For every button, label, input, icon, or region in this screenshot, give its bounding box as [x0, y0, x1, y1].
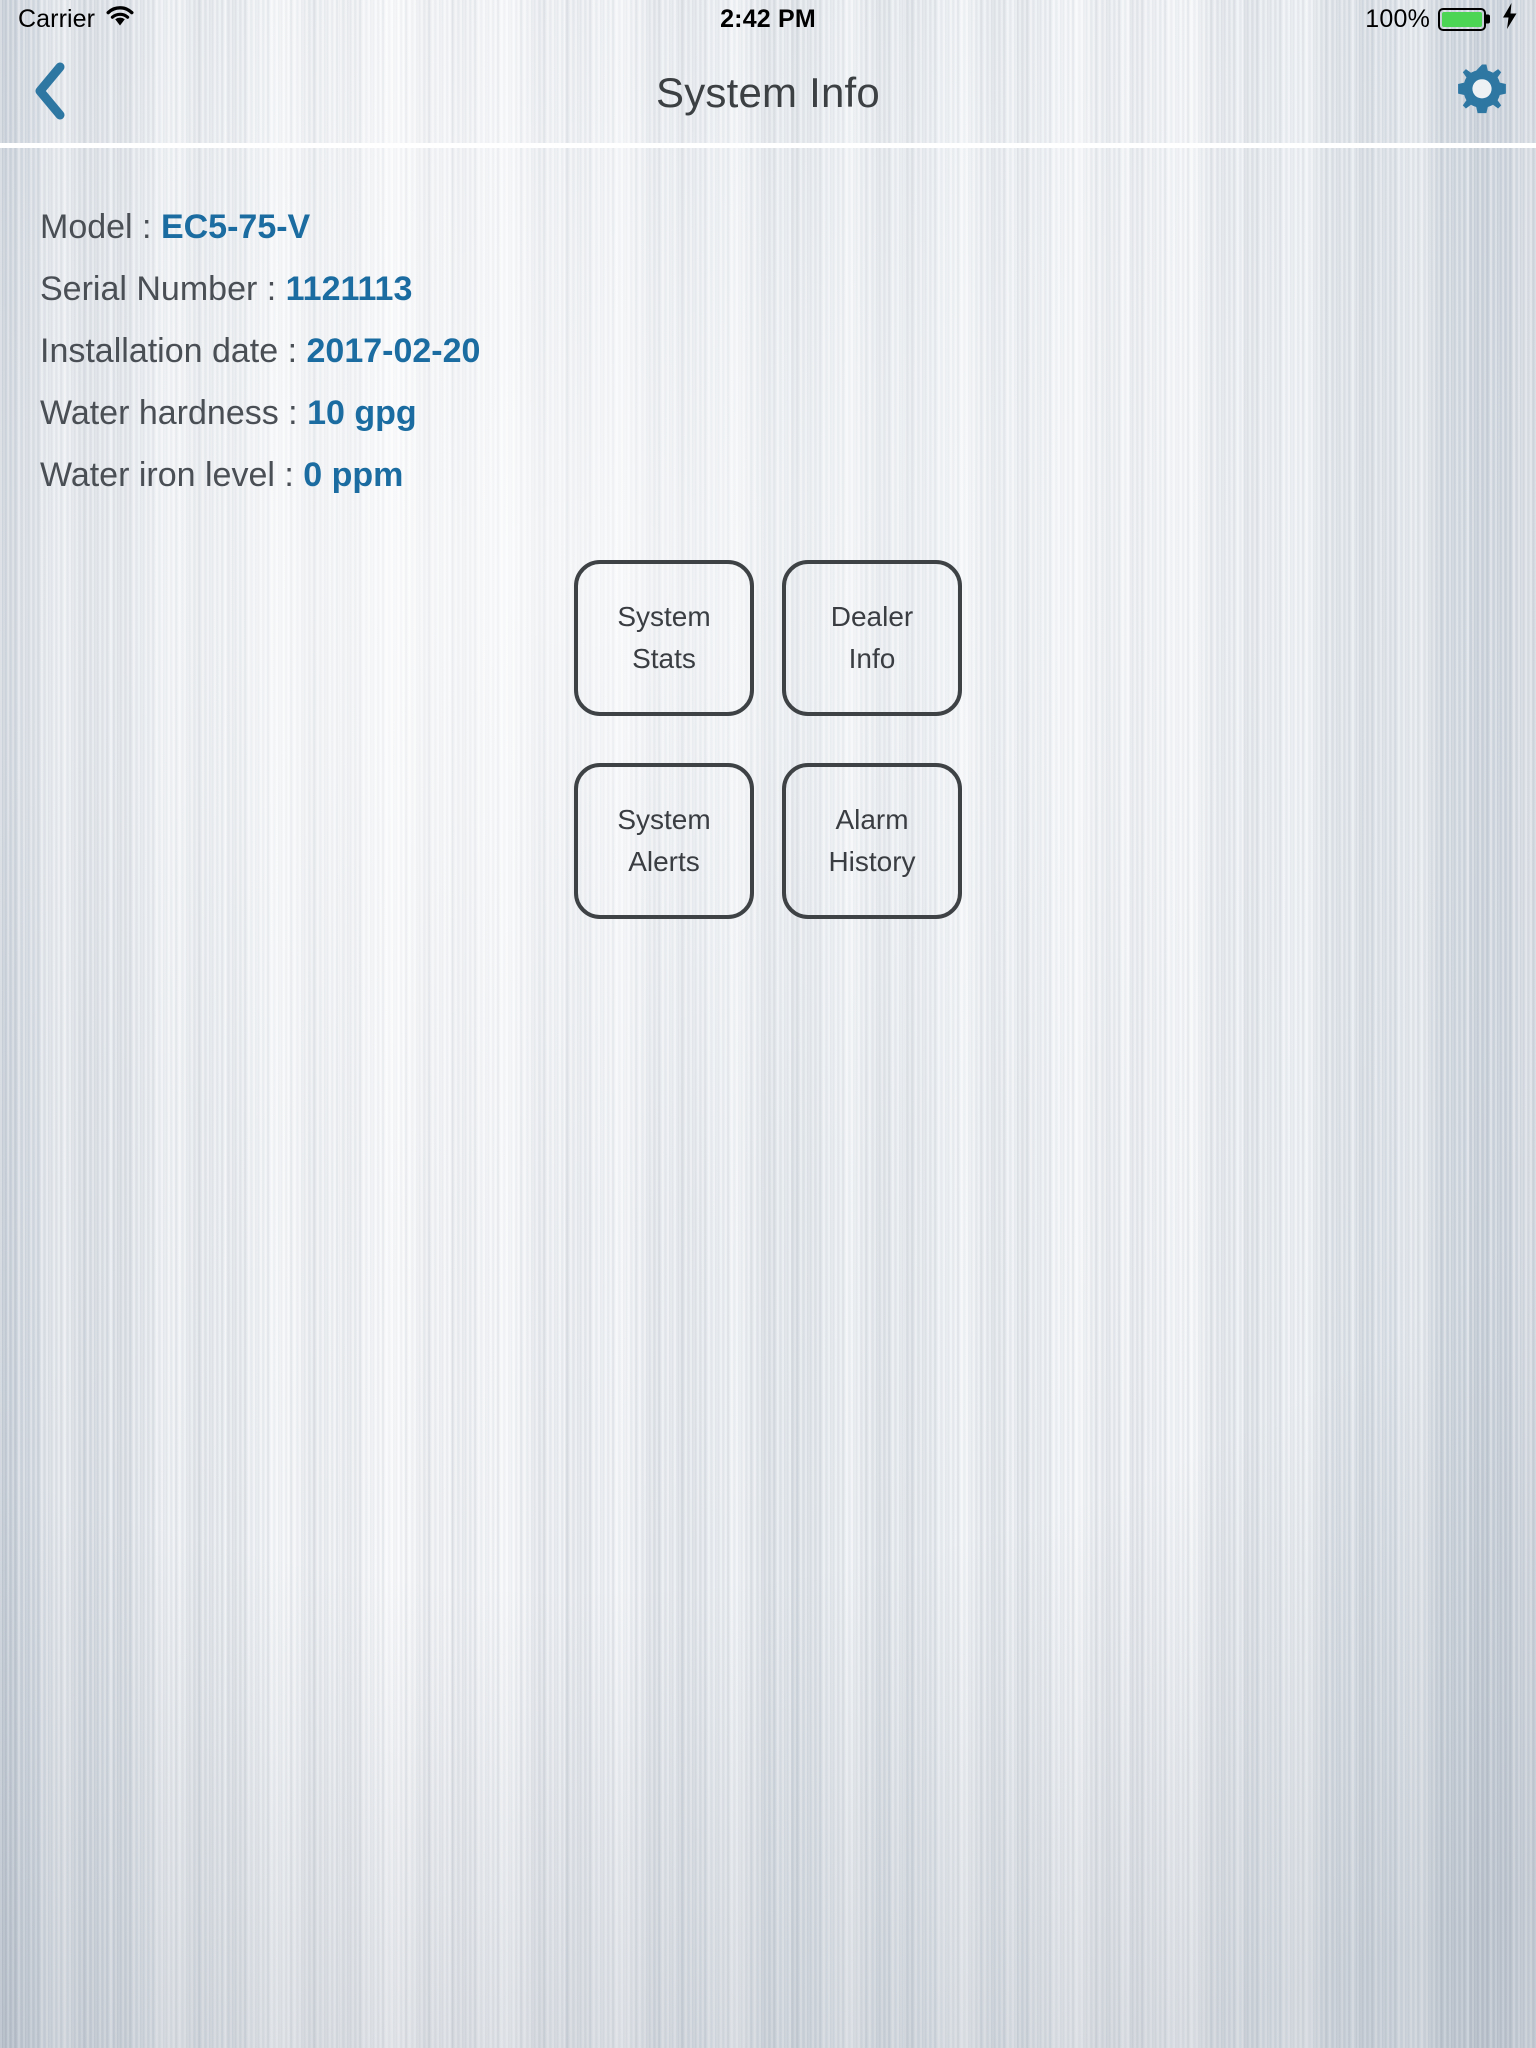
status-bar-right: 100% — [816, 2, 1518, 36]
info-label: Water iron level : — [40, 456, 304, 494]
button-label-line1: System — [617, 601, 711, 632]
app-screen: Carrier 2:42 PM 100% System Info Model:… — [0, 0, 1536, 2048]
info-value: 1121113 — [285, 270, 413, 308]
lightning-bolt-icon — [1502, 2, 1518, 36]
info-label: Installation date : — [40, 332, 307, 370]
info-row-model: Model : EC5-75-V — [40, 196, 480, 258]
system-alerts-button[interactable]: System Alerts — [574, 763, 754, 919]
info-row-water-iron-level: Water iron level : 0 ppm — [40, 444, 480, 506]
system-info-list: Model : EC5-75-V Serial Number : 1121113… — [40, 196, 480, 506]
settings-button[interactable] — [1450, 61, 1514, 125]
info-row-serial-number: Serial Number : 1121113 — [40, 258, 480, 320]
page-title: System Info — [656, 69, 880, 116]
clock-label: 2:42 PM — [720, 4, 816, 33]
carrier-label: Carrier — [18, 4, 96, 33]
info-value: EC5-75-V — [160, 208, 311, 246]
button-label-line1: System — [617, 804, 711, 835]
alarm-history-button[interactable]: Alarm History — [782, 763, 962, 919]
info-row-water-hardness: Water hardness : 10 gpg — [40, 382, 480, 444]
info-label: Model : — [40, 208, 161, 246]
button-label-line2: History — [828, 846, 916, 877]
status-bar: Carrier 2:42 PM 100% — [0, 0, 1536, 38]
button-label-line2: Alerts — [628, 846, 700, 877]
status-bar-center: 2:42 PM — [720, 5, 816, 34]
button-label-line2: Info — [848, 643, 896, 674]
battery-fill — [1442, 11, 1483, 27]
navigation-bar: System Info — [0, 38, 1536, 148]
button-label-line1: Dealer — [830, 601, 914, 632]
info-value: 0 ppm — [303, 456, 404, 494]
gear-icon — [1455, 64, 1509, 123]
wifi-icon — [105, 5, 135, 34]
button-label-line2: Stats — [632, 643, 696, 674]
info-label: Serial Number : — [40, 270, 286, 308]
dealer-info-button[interactable]: Dealer Info — [782, 560, 962, 716]
battery-percent-label: 100% — [1365, 4, 1431, 33]
system-stats-button[interactable]: System Stats — [574, 560, 754, 716]
button-label-line1: Alarm — [835, 804, 909, 835]
status-bar-left: Carrier — [18, 5, 720, 34]
action-button-grid: System Stats Dealer Info System Alerts A… — [574, 560, 962, 919]
info-value: 10 gpg — [307, 394, 417, 432]
info-row-installation-date: Installation date : 2017-02-20 — [40, 320, 480, 382]
info-label: Water hardness : — [40, 394, 308, 432]
info-value: 2017-02-20 — [306, 332, 481, 370]
battery-icon — [1438, 7, 1487, 31]
